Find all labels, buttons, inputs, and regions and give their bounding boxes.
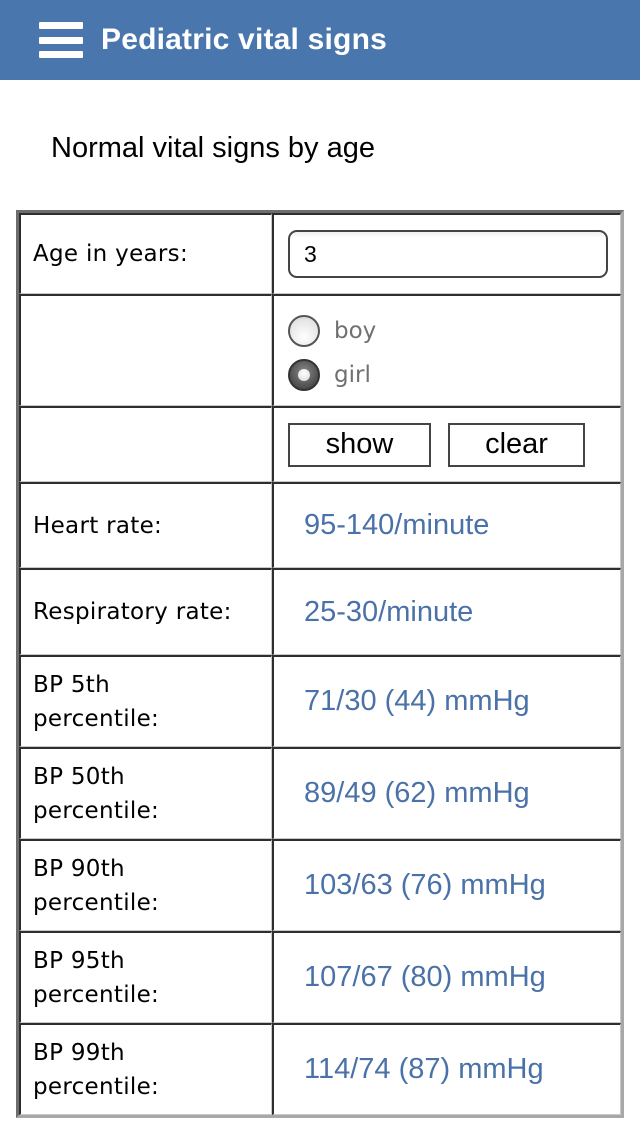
table-row-respiratory-rate: Respiratory rate: 25-30/minute [19, 568, 621, 655]
page-title: Pediatric vital signs [101, 23, 387, 56]
heart-rate-value: 95-140/minute [272, 482, 621, 568]
bp-label-line2: percentile: [33, 797, 160, 824]
respiratory-rate-value: 25-30/minute [272, 568, 621, 655]
empty-cell [19, 294, 272, 406]
bp-label-line1: BP 99th [33, 1039, 125, 1066]
app-header: Pediatric vital signs [0, 0, 640, 80]
age-label: Age in years: [19, 213, 272, 294]
bp-5th-label: BP 5th percentile: [19, 655, 272, 747]
bp-label-line1: BP 50th [33, 763, 125, 790]
bp-50th-value: 89/49 (62) mmHg [272, 747, 621, 839]
radio-button-checked[interactable] [288, 358, 320, 391]
radio-girl[interactable]: girl [288, 358, 620, 391]
menu-bar [39, 51, 83, 58]
section-heading: Normal vital signs by age [51, 132, 375, 164]
bp-label-line2: percentile: [33, 981, 160, 1008]
menu-bar [39, 22, 83, 29]
bp-50th-label: BP 50th percentile: [19, 747, 272, 839]
bp-label-line2: percentile: [33, 889, 160, 916]
table-row-heart-rate: Heart rate: 95-140/minute [19, 482, 621, 568]
empty-cell [19, 406, 272, 482]
radio-boy[interactable]: boy [288, 314, 620, 347]
bp-90th-label: BP 90th percentile: [19, 839, 272, 931]
table-row-buttons: show clear [19, 406, 621, 482]
age-input[interactable] [288, 230, 608, 278]
bp-95th-value: 107/67 (80) mmHg [272, 931, 621, 1023]
bp-label-line1: BP 90th [33, 855, 125, 882]
table-row-bp-5th: BP 5th percentile: 71/30 (44) mmHg [19, 655, 621, 747]
age-input-cell [272, 213, 621, 294]
table-row-bp-95th: BP 95th percentile: 107/67 (80) mmHg [19, 931, 621, 1023]
table-row-bp-90th: BP 90th percentile: 103/63 (76) mmHg [19, 839, 621, 931]
bp-label-line1: BP 95th [33, 947, 125, 974]
bp-95th-label: BP 95th percentile: [19, 931, 272, 1023]
vitals-table: Age in years: boy girl show cle [16, 210, 624, 1118]
table-row-bp-50th: BP 50th percentile: 89/49 (62) mmHg [19, 747, 621, 839]
hamburger-menu-icon[interactable] [39, 22, 83, 58]
bp-label-line1: BP 5th [33, 671, 110, 698]
clear-button[interactable]: clear [448, 422, 585, 467]
menu-bar [39, 36, 83, 44]
bp-99th-value: 114/74 (87) mmHg [272, 1023, 621, 1115]
radio-button-unchecked[interactable] [288, 314, 320, 347]
bp-5th-value: 71/30 (44) mmHg [272, 655, 621, 747]
bp-label-line2: percentile: [33, 1073, 160, 1100]
respiratory-rate-label: Respiratory rate: [19, 568, 272, 655]
bp-99th-label: BP 99th percentile: [19, 1023, 272, 1115]
sex-radio-cell: boy girl [272, 294, 621, 406]
table-row-age: Age in years: [19, 213, 621, 294]
radio-label-boy: boy [334, 317, 377, 344]
table-row-bp-99th: BP 99th percentile: 114/74 (87) mmHg [19, 1023, 621, 1115]
bp-label-line2: percentile: [33, 705, 160, 732]
heart-rate-label: Heart rate: [19, 482, 272, 568]
button-group: show clear [274, 422, 620, 467]
buttons-cell: show clear [272, 406, 621, 482]
show-button[interactable]: show [288, 422, 431, 467]
radio-label-girl: girl [334, 361, 371, 388]
sex-radio-group: boy girl [274, 311, 620, 391]
bp-90th-value: 103/63 (76) mmHg [272, 839, 621, 931]
table-row-sex: boy girl [19, 294, 621, 406]
